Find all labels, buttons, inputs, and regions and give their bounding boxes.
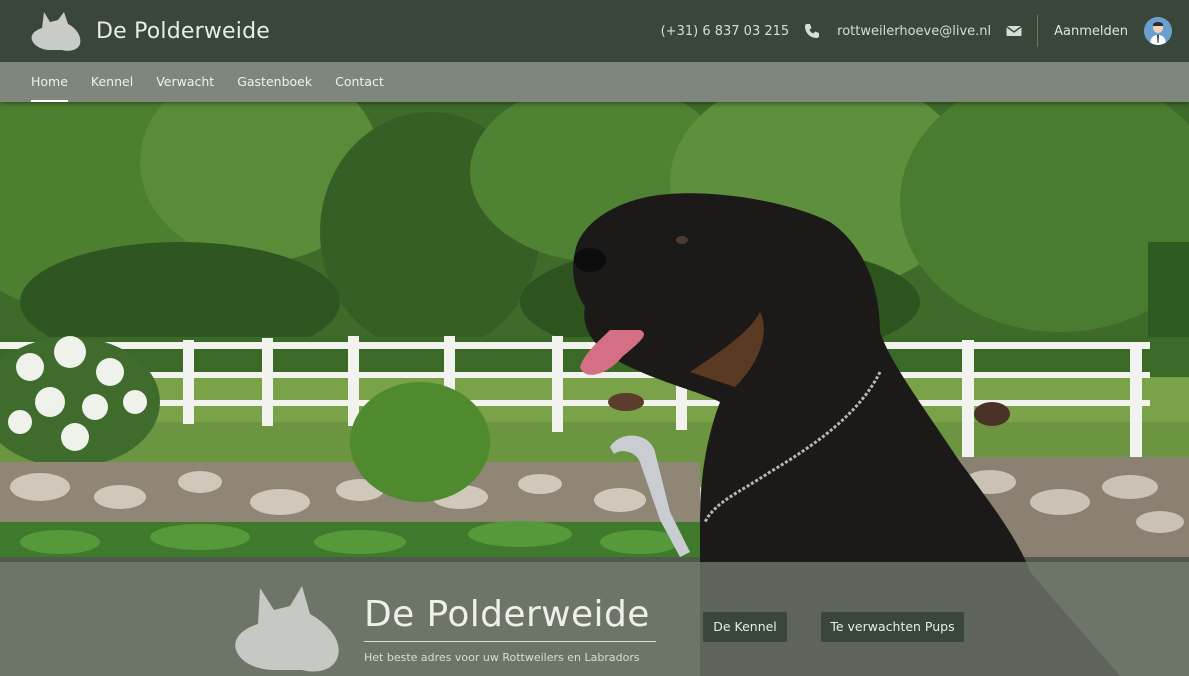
main-nav: Home Kennel Verwacht Gastenboek Contact xyxy=(0,62,1189,102)
de-kennel-button[interactable]: De Kennel xyxy=(703,612,787,642)
user-avatar-icon[interactable] xyxy=(1144,17,1172,45)
email-link[interactable]: rottweilerhoeve@live.nl xyxy=(837,24,991,39)
nav-item-gastenboek[interactable]: Gastenboek xyxy=(237,62,312,102)
brand[interactable]: De Polderweide xyxy=(30,10,270,52)
site-title: De Polderweide xyxy=(96,18,271,44)
header-divider xyxy=(1037,15,1039,47)
nav-item-verwacht[interactable]: Verwacht xyxy=(156,62,214,102)
dog-head-watermark-icon xyxy=(235,586,339,672)
expected-pups-button[interactable]: Te verwachten Pups xyxy=(821,612,964,642)
envelope-icon xyxy=(1005,22,1023,40)
dog-head-logo-icon xyxy=(31,12,81,51)
login-link[interactable]: Aanmelden xyxy=(1054,24,1128,39)
phone-number[interactable]: (+31) 6 837 03 215 xyxy=(661,24,790,39)
hero-subtitle: Het beste adres voor uw Rottweilers en L… xyxy=(364,651,640,664)
nav-item-kennel[interactable]: Kennel xyxy=(91,62,133,102)
hero-title-rule xyxy=(364,641,656,642)
contact-bar: (+31) 6 837 03 215 rottweilerhoeve@live.… xyxy=(661,0,1189,62)
hero-title: De Polderweide xyxy=(364,594,650,635)
nav-item-contact[interactable]: Contact xyxy=(335,62,384,102)
nav-item-home[interactable]: Home xyxy=(31,62,68,102)
top-header: De Polderweide (+31) 6 837 03 215 rottwe… xyxy=(0,0,1189,62)
phone-icon xyxy=(803,22,821,40)
